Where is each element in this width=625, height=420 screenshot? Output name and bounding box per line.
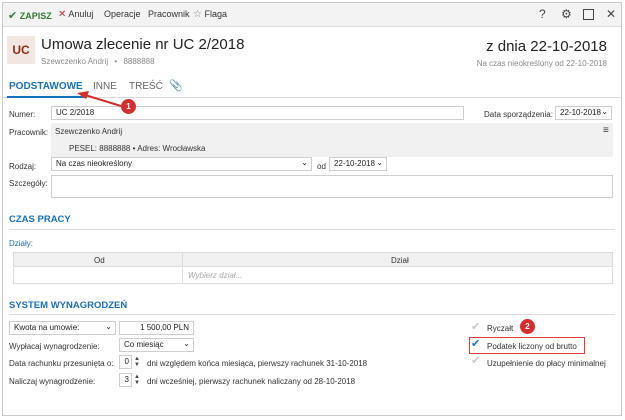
annotation-badge-2: 2: [520, 319, 535, 334]
annotation-badge-1: 1: [121, 99, 136, 114]
highlight-box: [469, 337, 585, 354]
window-frame: ✔ ZAPISZ ✕ Anuluj Operacje Pracownik ☆ F…: [2, 2, 622, 416]
